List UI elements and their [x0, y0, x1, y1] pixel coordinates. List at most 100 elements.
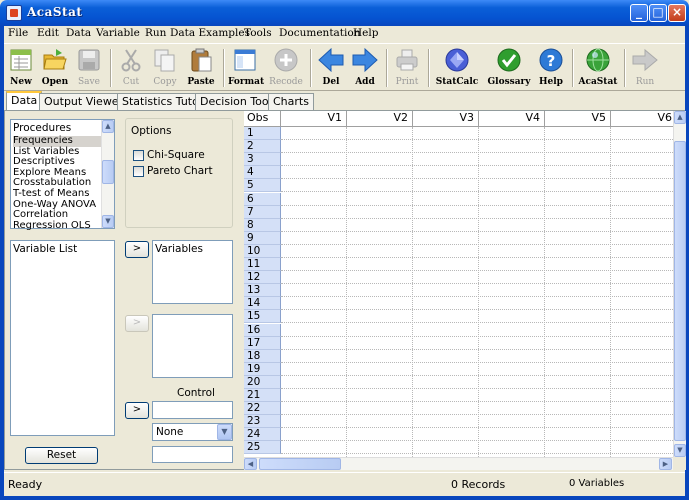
grid-vertical-scrollbar[interactable]: ▲ ▼: [673, 111, 686, 457]
table-row[interactable]: [281, 310, 673, 324]
scroll-right-arrow[interactable]: ▶: [659, 458, 672, 470]
table-row[interactable]: [281, 324, 673, 337]
menu-help[interactable]: Help: [353, 27, 378, 39]
tab-charts[interactable]: Charts: [268, 93, 314, 110]
row-header[interactable]: 7: [244, 205, 281, 219]
table-row[interactable]: [281, 363, 673, 376]
table-row[interactable]: [281, 127, 673, 140]
row-header[interactable]: 6: [244, 192, 281, 206]
second-variables-box[interactable]: [152, 314, 233, 378]
row-header[interactable]: 12: [244, 271, 281, 285]
minimize-button[interactable]: _: [630, 4, 648, 22]
column-header[interactable]: V2: [347, 111, 413, 127]
recode-button[interactable]: Recode: [268, 47, 304, 89]
table-row[interactable]: [281, 166, 673, 180]
statcalc-button[interactable]: StatCalc: [434, 47, 480, 89]
copy-button[interactable]: Copy: [150, 47, 180, 89]
scroll-thumb[interactable]: [259, 458, 341, 470]
column-header[interactable]: V3: [413, 111, 479, 127]
chi-square-checkbox[interactable]: [133, 150, 144, 161]
close-button[interactable]: ×: [668, 4, 686, 22]
control-field[interactable]: [152, 401, 233, 419]
table-row[interactable]: [281, 271, 673, 285]
row-header[interactable]: 10: [244, 244, 281, 258]
pareto-chart-checkbox[interactable]: [133, 166, 144, 177]
row-header[interactable]: 22: [244, 402, 281, 416]
table-row[interactable]: [281, 297, 673, 311]
procedures-list[interactable]: Procedures Frequencies List Variables Desc…: [10, 119, 115, 232]
row-header[interactable]: 18: [244, 349, 281, 363]
row-header[interactable]: 9: [244, 231, 281, 245]
procedure-item[interactable]: Frequencies: [13, 135, 101, 147]
row-header[interactable]: 3: [244, 153, 281, 167]
scroll-thumb[interactable]: [674, 141, 686, 441]
procedure-item[interactable]: Regression OLS: [13, 220, 101, 232]
data-grid[interactable]: Obs V1 V2 V3 V4 V5 V6 1 2 3 4 5 6 7 8 9 10 11 12 13 14 15 16…: [244, 111, 673, 457]
table-row[interactable]: [281, 232, 673, 245]
menu-documentation[interactable]: Documentation: [279, 27, 360, 39]
menu-variable[interactable]: Variable: [96, 27, 140, 39]
table-row[interactable]: [281, 402, 673, 416]
row-header[interactable]: 20: [244, 375, 281, 389]
column-header[interactable]: V6: [611, 111, 673, 127]
table-row[interactable]: [281, 245, 673, 258]
scroll-down-arrow[interactable]: ▼: [102, 215, 114, 228]
table-row[interactable]: [281, 193, 673, 206]
row-header[interactable]: 24: [244, 428, 281, 442]
add-button[interactable]: Add: [350, 47, 380, 89]
row-header[interactable]: 23: [244, 415, 281, 429]
scroll-left-arrow[interactable]: ◀: [244, 458, 257, 470]
menu-file[interactable]: File: [8, 27, 28, 39]
row-header[interactable]: 21: [244, 389, 281, 402]
table-row[interactable]: [281, 284, 673, 298]
procedures-scrollbar[interactable]: ▲ ▼: [101, 120, 114, 228]
scroll-thumb[interactable]: [102, 160, 114, 184]
table-row[interactable]: [281, 337, 673, 350]
paste-button[interactable]: Paste: [185, 47, 217, 89]
scroll-up-arrow[interactable]: ▲: [102, 120, 114, 133]
tab-output-viewer[interactable]: Output Viewer: [39, 93, 129, 110]
row-header[interactable]: 25: [244, 441, 281, 455]
column-header[interactable]: V5: [545, 111, 611, 127]
menu-edit[interactable]: Edit: [37, 27, 59, 39]
control-select[interactable]: None ▼: [152, 423, 233, 441]
table-row[interactable]: [281, 389, 673, 402]
move-to-variables-button[interactable]: >: [125, 241, 149, 258]
acastat-button[interactable]: AcaStat: [578, 47, 618, 89]
table-row[interactable]: [281, 415, 673, 429]
variables-box[interactable]: Variables: [152, 240, 233, 304]
tab-data[interactable]: Data: [6, 91, 43, 111]
row-header[interactable]: 11: [244, 258, 281, 271]
save-button[interactable]: Save: [74, 47, 104, 89]
table-row[interactable]: [281, 206, 673, 219]
menu-data-examples[interactable]: Data Examples: [170, 27, 250, 39]
row-header[interactable]: 8: [244, 218, 281, 232]
row-header[interactable]: 15: [244, 310, 281, 324]
row-header[interactable]: 13: [244, 284, 281, 298]
menu-run[interactable]: Run: [145, 27, 166, 39]
table-row[interactable]: [281, 179, 673, 193]
table-row[interactable]: [281, 376, 673, 389]
help-button[interactable]: ? Help: [536, 47, 566, 89]
open-button[interactable]: Open: [40, 47, 70, 89]
glossary-button[interactable]: Glossary: [486, 47, 532, 89]
table-row[interactable]: [281, 153, 673, 167]
chevron-down-icon[interactable]: ▼: [217, 424, 232, 440]
reset-button[interactable]: Reset: [25, 447, 98, 464]
scroll-up-arrow[interactable]: ▲: [674, 111, 686, 124]
table-row[interactable]: [281, 441, 673, 455]
format-button[interactable]: Format: [228, 47, 264, 89]
print-button[interactable]: Print: [392, 47, 422, 89]
column-header[interactable]: V1: [281, 111, 347, 127]
maximize-button[interactable]: □: [649, 4, 667, 22]
move-to-second-box-button[interactable]: >: [125, 315, 149, 332]
move-to-control-button[interactable]: >: [125, 402, 149, 419]
delete-button[interactable]: Del: [316, 47, 346, 89]
row-header[interactable]: 14: [244, 297, 281, 311]
row-header[interactable]: 16: [244, 323, 281, 337]
table-row[interactable]: [281, 258, 673, 271]
row-header[interactable]: 4: [244, 166, 281, 180]
control-extra-field[interactable]: [152, 446, 233, 463]
row-header[interactable]: 2: [244, 140, 281, 154]
table-row[interactable]: [281, 428, 673, 442]
